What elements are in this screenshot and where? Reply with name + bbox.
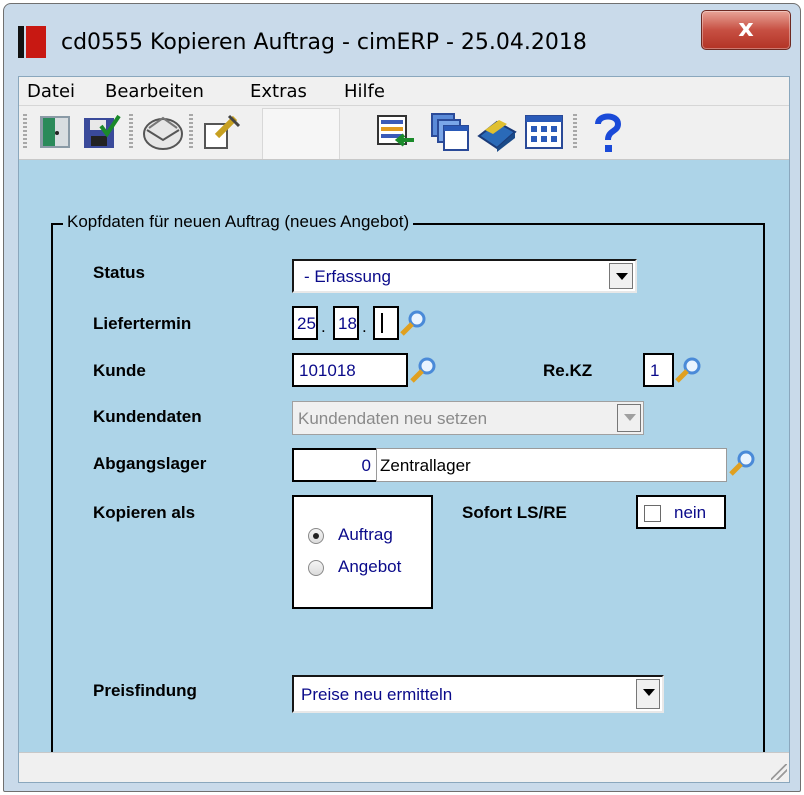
status-bar (19, 752, 789, 782)
radio-auftrag-label[interactable]: Auftrag (338, 525, 393, 545)
date-separator: . (321, 317, 326, 336)
date-separator: . (362, 317, 367, 336)
preisfindung-select[interactable]: Preise neu ermitteln (292, 675, 664, 713)
toolbar-separator (189, 114, 193, 150)
liefertermin-month[interactable]: 18 (333, 306, 359, 340)
liefertermin-day-value: 25 (297, 314, 316, 333)
app-window: cd0555 Kopieren Auftrag - cimERP - 25.04… (3, 3, 801, 792)
kundendaten-select: Kundendaten neu setzen (292, 401, 644, 435)
sofort-value: nein (674, 503, 707, 522)
text-cursor (381, 313, 383, 333)
edit-document-icon[interactable] (199, 110, 243, 154)
toolbar-separator (573, 114, 577, 150)
kopfdaten-group: Kopfdaten für neuen Auftrag (neues Angeb… (51, 212, 765, 767)
radio-auftrag[interactable] (308, 528, 324, 544)
close-button[interactable]: x (701, 10, 791, 50)
client-area: Datei Bearbeiten Extras Hilfe Kopfdaten … (18, 76, 790, 783)
kundendaten-value: Kundendaten neu setzen (298, 409, 488, 428)
close-icon: x (738, 14, 754, 42)
menu-datei[interactable]: Datei (27, 81, 75, 102)
radio-angebot-label[interactable]: Angebot (338, 557, 401, 577)
window-title: cd0555 Kopieren Auftrag - cimERP - 25.04… (61, 30, 587, 55)
liefertermin-year[interactable] (373, 306, 399, 340)
exit-door-icon[interactable] (34, 110, 78, 154)
app-logo-icon (18, 26, 46, 58)
toolbar-spacer (262, 108, 340, 159)
search-icon[interactable] (673, 355, 703, 385)
abgangslager-number: 0 (361, 456, 371, 475)
menu-extras[interactable]: Extras (250, 81, 307, 102)
abgangslager-name: Zentrallager (380, 456, 471, 475)
windows-cascade-icon[interactable] (428, 110, 472, 154)
group-legend: Kopfdaten für neuen Auftrag (neues Angeb… (63, 212, 414, 232)
kopieren-als-label: Kopieren als (93, 503, 196, 522)
rekz-label: Re.KZ (543, 361, 593, 380)
abgangslager-label: Abgangslager (93, 454, 207, 473)
kunde-input[interactable]: 101018 (292, 353, 408, 387)
status-label: Status (93, 263, 145, 282)
toolbar-separator (129, 114, 133, 150)
liefertermin-month-value: 18 (338, 314, 357, 333)
book-icon[interactable] (475, 110, 519, 154)
search-icon[interactable] (727, 448, 757, 478)
search-icon[interactable] (408, 355, 438, 385)
transfer-list-icon[interactable] (374, 110, 418, 154)
liefertermin-day[interactable]: 25 (292, 306, 318, 340)
kundendaten-label: Kundendaten (93, 407, 202, 426)
search-icon[interactable] (398, 308, 428, 338)
save-check-icon[interactable] (79, 110, 123, 154)
status-value: - Erfassung (304, 267, 391, 286)
sofort-label: Sofort LS/RE (462, 503, 567, 522)
preisfindung-label: Preisfindung (93, 681, 197, 700)
toolbar (19, 106, 789, 160)
chevron-down-icon[interactable] (636, 679, 660, 709)
abgangslager-name-field: Zentrallager (376, 448, 727, 482)
rekz-value: 1 (650, 361, 660, 380)
rekz-input[interactable]: 1 (643, 353, 674, 387)
kunde-value: 101018 (299, 361, 356, 380)
resize-grip-icon[interactable] (771, 764, 787, 780)
radio-angebot[interactable] (308, 560, 324, 576)
toolbar-grip[interactable] (23, 114, 27, 150)
mail-icon[interactable] (141, 110, 185, 154)
chevron-down-icon[interactable] (609, 263, 633, 289)
menu-hilfe[interactable]: Hilfe (344, 81, 385, 102)
chevron-down-icon (617, 404, 641, 432)
kopieren-als-radio-group: Auftrag Angebot (292, 495, 433, 609)
abgangslager-number-input[interactable]: 0 (292, 448, 378, 482)
menu-bearbeiten[interactable]: Bearbeiten (105, 81, 204, 102)
title-bar[interactable]: cd0555 Kopieren Auftrag - cimERP - 25.04… (4, 4, 800, 76)
sofort-checkbox-field[interactable]: nein (636, 495, 726, 529)
status-select[interactable]: - Erfassung (292, 259, 637, 293)
grid-table-icon[interactable] (522, 110, 566, 154)
preisfindung-value: Preise neu ermitteln (301, 685, 453, 704)
liefertermin-label: Liefertermin (93, 314, 192, 333)
help-icon[interactable] (586, 110, 630, 154)
kunde-label: Kunde (93, 361, 146, 380)
menu-bar: Datei Bearbeiten Extras Hilfe (19, 77, 789, 106)
sofort-checkbox[interactable] (644, 505, 661, 522)
